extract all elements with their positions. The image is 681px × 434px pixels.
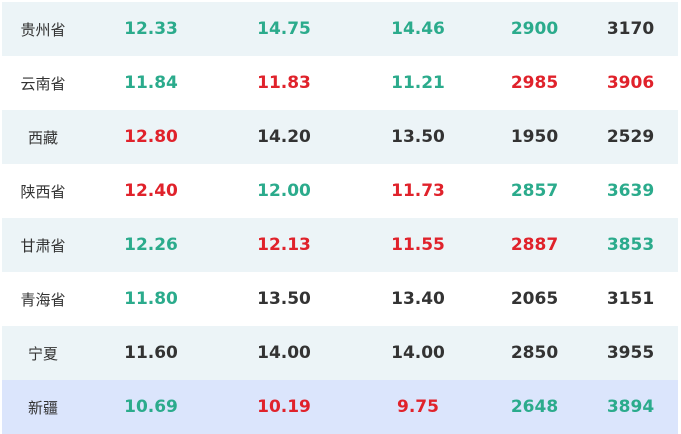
value-cell: 11.84 xyxy=(124,73,178,93)
value-cell: 14.20 xyxy=(257,127,311,147)
value-cell: 11.73 xyxy=(391,181,445,201)
table-row: 青海省 11.80 13.50 13.40 2065 3151 xyxy=(2,272,678,326)
table-row: 贵州省 12.33 14.75 14.46 2900 3170 xyxy=(2,2,678,56)
value-cell: 12.00 xyxy=(257,181,311,201)
value-cell: 14.75 xyxy=(257,19,311,39)
value-cell: 12.80 xyxy=(124,127,178,147)
region-cell: 西藏 xyxy=(27,128,58,147)
value-cell: 9.75 xyxy=(397,397,439,417)
table-row: 云南省 11.84 11.83 11.21 2985 3906 xyxy=(2,56,678,110)
region-cell: 新疆 xyxy=(27,398,58,417)
table-row: 西藏 12.80 14.20 13.50 1950 2529 xyxy=(2,110,678,164)
value-cell: 2887 xyxy=(510,235,559,255)
value-cell: 2065 xyxy=(510,289,559,309)
table-row: 甘肃省 12.26 12.13 11.55 2887 3853 xyxy=(2,218,678,272)
region-cell: 甘肃省 xyxy=(20,236,66,255)
value-cell: 3639 xyxy=(606,181,655,201)
value-cell: 3853 xyxy=(606,235,655,255)
region-cell: 青海省 xyxy=(20,290,66,309)
value-cell: 2985 xyxy=(510,73,559,93)
region-cell: 陕西省 xyxy=(20,182,66,201)
value-cell: 14.00 xyxy=(391,343,445,363)
value-cell: 3151 xyxy=(606,289,655,309)
table-row: 陕西省 12.40 12.00 11.73 2857 3639 xyxy=(2,164,678,218)
value-cell: 12.40 xyxy=(124,181,178,201)
value-cell: 2529 xyxy=(606,127,655,147)
value-cell: 2850 xyxy=(510,343,559,363)
value-cell: 2648 xyxy=(510,397,559,417)
value-cell: 11.60 xyxy=(124,343,178,363)
region-cell: 贵州省 xyxy=(20,20,66,39)
value-cell: 14.00 xyxy=(257,343,311,363)
value-cell: 11.83 xyxy=(257,73,311,93)
table-row: 宁夏 11.60 14.00 14.00 2850 3955 xyxy=(2,326,678,380)
value-cell: 3170 xyxy=(606,19,655,39)
value-cell: 13.50 xyxy=(391,127,445,147)
price-table: 贵州省 12.33 14.75 14.46 2900 3170 云南省 11.8… xyxy=(2,2,678,434)
value-cell: 12.33 xyxy=(124,19,178,39)
value-cell: 11.55 xyxy=(391,235,445,255)
value-cell: 2900 xyxy=(510,19,559,39)
value-cell: 13.50 xyxy=(257,289,311,309)
value-cell: 12.13 xyxy=(257,235,311,255)
value-cell: 1950 xyxy=(510,127,559,147)
value-cell: 10.69 xyxy=(124,397,178,417)
value-cell: 3894 xyxy=(606,397,655,417)
value-cell: 14.46 xyxy=(391,19,445,39)
region-cell: 云南省 xyxy=(20,74,66,93)
value-cell: 3955 xyxy=(606,343,655,363)
value-cell: 13.40 xyxy=(391,289,445,309)
value-cell: 11.80 xyxy=(124,289,178,309)
table-row-highlighted: 新疆 10.69 10.19 9.75 2648 3894 xyxy=(2,380,678,434)
region-cell: 宁夏 xyxy=(27,344,58,363)
value-cell: 10.19 xyxy=(257,397,311,417)
value-cell: 2857 xyxy=(510,181,559,201)
value-cell: 3906 xyxy=(606,73,655,93)
value-cell: 11.21 xyxy=(391,73,445,93)
value-cell: 12.26 xyxy=(124,235,178,255)
